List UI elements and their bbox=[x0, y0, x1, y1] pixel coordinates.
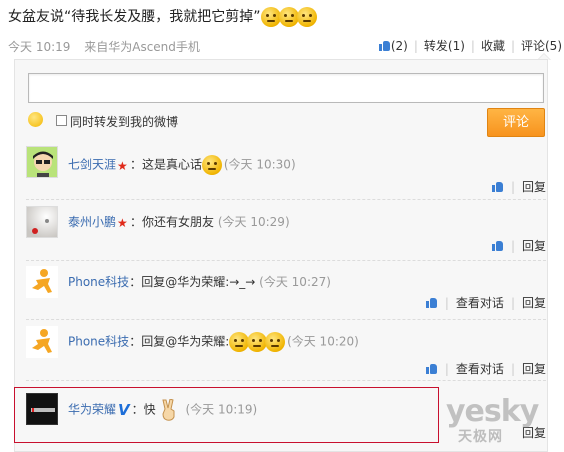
forward-checkbox-label: 同时转发到我的微博 bbox=[70, 115, 179, 129]
forward-link[interactable]: 转发(1) bbox=[424, 37, 465, 54]
emoji-icon bbox=[247, 332, 268, 352]
comment-time: (今天 10:30) bbox=[223, 157, 296, 172]
comment-author[interactable]: 泰州小鹏 bbox=[68, 215, 116, 229]
like-icon[interactable] bbox=[491, 239, 504, 252]
avatar[interactable] bbox=[26, 206, 58, 238]
status-text: 女盆友说“待我长发及腰，我就把它剪掉” bbox=[8, 6, 317, 27]
submit-comment-button[interactable]: 评论 bbox=[487, 108, 545, 137]
comment-body: ：回复@华为荣耀:→_→ bbox=[129, 275, 256, 289]
divider bbox=[26, 199, 546, 200]
comment-text: 泰州小鹏★ ：你还有女朋友 (今天 10:29) bbox=[68, 213, 290, 230]
comment-author[interactable]: Phone科技 bbox=[68, 335, 129, 349]
comment-link[interactable]: 评论(5) bbox=[521, 37, 564, 54]
divider bbox=[26, 260, 546, 261]
emoji-icon bbox=[296, 7, 317, 27]
comment-text: Phone科技：回复@华为荣耀:→_→ (今天 10:27) bbox=[68, 273, 331, 290]
comment-actions: | 查看对话 | 回复 bbox=[425, 294, 546, 311]
star-badge-icon: ★ bbox=[117, 158, 128, 173]
view-conversation-link[interactable]: 查看对话 bbox=[456, 360, 504, 377]
watermark-logo: yesky bbox=[446, 394, 539, 429]
comment-author[interactable]: Phone科技 bbox=[68, 275, 129, 289]
reply-link[interactable]: 回复 bbox=[522, 360, 546, 377]
status-actions: (2) | 转发(1) | 收藏 | 评论(5) bbox=[378, 37, 564, 54]
comment-time: (今天 10:29) bbox=[217, 215, 290, 229]
comment-text: Phone科技：回复@华为荣耀: (今天 10:20) bbox=[68, 332, 359, 352]
status-time[interactable]: 今天 10:19 bbox=[8, 40, 70, 54]
emoji-icon bbox=[202, 155, 223, 175]
watermark-sub: 天极网 bbox=[458, 429, 503, 445]
reply-link[interactable]: 回复 bbox=[522, 237, 546, 254]
comment-actions: | 回复 bbox=[491, 178, 546, 195]
reply-link[interactable]: 回复 bbox=[522, 294, 546, 311]
status-source[interactable]: 来自华为Ascend手机 bbox=[84, 40, 200, 54]
avatar[interactable] bbox=[26, 146, 58, 178]
comment-body: ：你还有女朋友 bbox=[130, 215, 215, 229]
list-item: Phone科技：回复@华为荣耀: (今天 10:20) | 查看对话 | 回复 bbox=[26, 326, 548, 376]
comment-actions: | 回复 bbox=[491, 237, 546, 254]
like-count[interactable]: (2) bbox=[391, 39, 408, 53]
favorite-link[interactable]: 收藏 bbox=[481, 37, 505, 54]
emoji-icon bbox=[229, 332, 250, 352]
list-item: 泰州小鹏★ ：你还有女朋友 (今天 10:29) | 回复 bbox=[26, 206, 548, 256]
emoji-icon bbox=[265, 332, 286, 352]
highlight-box bbox=[14, 387, 439, 443]
divider bbox=[26, 319, 546, 320]
comment-text: 七剑天涯★ ：这是真心话 (今天 10:30) bbox=[68, 155, 296, 175]
status-body: 女盆友说“待我长发及腰，我就把它剪掉” bbox=[8, 9, 261, 25]
list-item: 七剑天涯★ ：这是真心话 (今天 10:30) | 回复 bbox=[26, 146, 548, 196]
reply-link[interactable]: 回复 bbox=[522, 178, 546, 195]
comment-actions: | 查看对话 | 回复 bbox=[425, 360, 546, 377]
comment-body: ：这是真心话 bbox=[130, 157, 203, 172]
emoji-icon bbox=[260, 7, 281, 27]
comment-author[interactable]: 七剑天涯 bbox=[68, 158, 116, 172]
forward-checkbox[interactable] bbox=[56, 115, 67, 126]
comment-body: ：回复@华为荣耀: bbox=[129, 334, 230, 349]
status-meta: 今天 10:19 来自华为Ascend手机 bbox=[8, 38, 200, 55]
watermark: yesky 天极网 bbox=[446, 394, 558, 446]
star-badge-icon: ★ bbox=[117, 216, 128, 230]
comment-time: (今天 10:20) bbox=[287, 334, 359, 349]
comment-input[interactable] bbox=[28, 73, 544, 103]
like-icon[interactable] bbox=[378, 39, 391, 52]
like-icon[interactable] bbox=[425, 362, 438, 375]
like-icon[interactable] bbox=[491, 180, 504, 193]
smile-icon[interactable] bbox=[28, 112, 43, 127]
avatar[interactable] bbox=[26, 326, 58, 358]
emoji-icon bbox=[278, 7, 299, 27]
divider bbox=[26, 380, 546, 381]
view-conversation-link[interactable]: 查看对话 bbox=[456, 294, 504, 311]
avatar[interactable] bbox=[26, 266, 58, 298]
like-icon[interactable] bbox=[425, 296, 438, 309]
list-item: Phone科技：回复@华为荣耀:→_→ (今天 10:27) | 查看对话 | … bbox=[26, 266, 548, 316]
comment-time: (今天 10:27) bbox=[259, 275, 331, 289]
